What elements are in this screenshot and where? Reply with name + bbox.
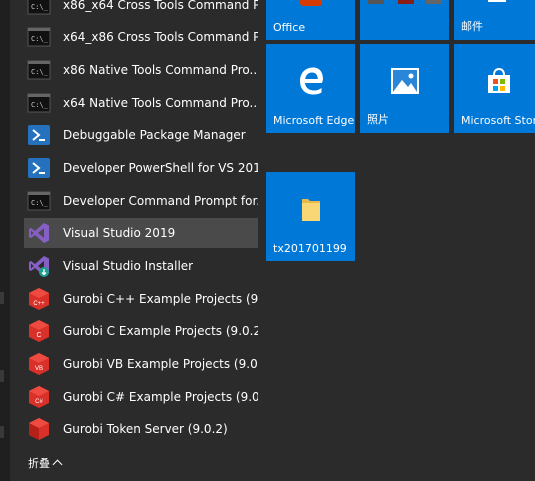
app-item-x64-x86-cross-tools[interactable]: C:\_ x64_x86 Cross Tools Command P... bbox=[24, 22, 258, 52]
app-label: Debuggable Package Manager bbox=[63, 128, 246, 142]
svg-text:C:\_: C:\_ bbox=[31, 68, 49, 76]
app-icon bbox=[398, 0, 414, 4]
app-list: C:\_ x86_x64 Cross Tools Command P... C:… bbox=[10, 0, 258, 481]
app-item-debuggable-package-manager[interactable]: Debuggable Package Manager bbox=[24, 120, 258, 150]
gurobi-icon: C bbox=[27, 319, 51, 343]
app-icon bbox=[368, 0, 384, 4]
store-icon bbox=[485, 67, 513, 99]
chevron-up-icon bbox=[52, 459, 63, 470]
gurobi-icon bbox=[27, 417, 51, 441]
terminal-icon: C:\_ bbox=[27, 189, 51, 213]
app-item-gurobi-token-server[interactable]: Gurobi Token Server (9.0.2) bbox=[24, 414, 258, 444]
collapse-label: 折叠 bbox=[28, 457, 50, 470]
app-label: Gurobi C Example Projects (9.0.2) bbox=[63, 324, 258, 338]
tile-label: tx201701199 bbox=[273, 242, 347, 255]
svg-text:C++: C++ bbox=[33, 301, 45, 307]
app-item-gurobi-csharp-examples[interactable]: C# Gurobi C# Example Projects (9.0.2) bbox=[24, 382, 258, 412]
edge-icon bbox=[296, 66, 326, 100]
app-label: Visual Studio 2019 bbox=[63, 226, 176, 240]
app-item-x64-native-tools[interactable]: C:\_ x64 Native Tools Command Pro... bbox=[24, 88, 258, 118]
tile-label: Microsoft Store bbox=[461, 114, 535, 127]
app-label: Gurobi Token Server (9.0.2) bbox=[63, 422, 228, 436]
app-label: x86_x64 Cross Tools Command P... bbox=[63, 0, 258, 12]
svg-text:VB: VB bbox=[35, 366, 43, 372]
app-item-gurobi-cpp-examples[interactable]: C++ Gurobi C++ Example Projects (9.... bbox=[24, 284, 258, 314]
left-rail bbox=[0, 0, 10, 481]
app-label: Developer PowerShell for VS 2019 bbox=[63, 161, 258, 175]
photos-icon bbox=[390, 67, 420, 99]
app-label: x86 Native Tools Command Pro... bbox=[63, 63, 258, 77]
rail-marker bbox=[0, 426, 4, 438]
app-item-x86-native-tools[interactable]: C:\_ x86 Native Tools Command Pro... bbox=[24, 55, 258, 85]
terminal-icon: C:\_ bbox=[27, 58, 51, 82]
svg-text:C:\_: C:\_ bbox=[31, 199, 49, 207]
terminal-icon: C:\_ bbox=[27, 91, 51, 115]
tile-photos[interactable]: 照片 bbox=[360, 44, 449, 133]
app-icon bbox=[426, 0, 442, 4]
visual-studio-icon bbox=[27, 221, 51, 245]
gurobi-icon: C++ bbox=[27, 287, 51, 311]
tile-folder[interactable]: tx201701199 bbox=[266, 172, 355, 261]
mail-icon bbox=[488, 0, 506, 2]
app-item-visual-studio-2019[interactable]: Visual Studio 2019 bbox=[24, 218, 258, 248]
rail-marker bbox=[0, 370, 4, 382]
app-label: x64 Native Tools Command Pro... bbox=[63, 96, 258, 110]
app-item-gurobi-vb-examples[interactable]: VB Gurobi VB Example Projects (9.0.2) bbox=[24, 349, 258, 379]
svg-text:C:\_: C:\_ bbox=[31, 3, 49, 11]
svg-text:C: C bbox=[36, 332, 41, 339]
tile-microsoft-store[interactable]: Microsoft Store bbox=[454, 44, 535, 133]
app-label: x64_x86 Cross Tools Command P... bbox=[63, 30, 258, 44]
collapse-button[interactable]: 折叠 bbox=[28, 455, 63, 471]
tile-pinned-apps[interactable] bbox=[360, 0, 449, 40]
rail-marker bbox=[0, 292, 4, 304]
app-item-x86-x64-cross-tools[interactable]: C:\_ x86_x64 Cross Tools Command P... bbox=[24, 0, 258, 20]
svg-text:C:\_: C:\_ bbox=[31, 101, 49, 109]
office-icon bbox=[300, 0, 322, 6]
app-label: Gurobi C# Example Projects (9.0.2) bbox=[63, 390, 258, 404]
tiles-area: Office 邮件 Microsoft Edge 照片 Microsoft St… bbox=[260, 0, 535, 481]
visual-studio-installer-icon bbox=[27, 254, 51, 278]
app-label: Gurobi C++ Example Projects (9.... bbox=[63, 292, 258, 306]
tile-label: Office bbox=[273, 21, 306, 34]
terminal-icon: C:\_ bbox=[27, 0, 51, 17]
gurobi-icon: VB bbox=[27, 352, 51, 376]
app-label: Visual Studio Installer bbox=[63, 259, 194, 273]
app-item-developer-command-prompt[interactable]: C:\_ Developer Command Prompt for... bbox=[24, 186, 258, 216]
terminal-icon: C:\_ bbox=[27, 25, 51, 49]
app-item-visual-studio-installer[interactable]: Visual Studio Installer bbox=[24, 251, 258, 281]
app-item-gurobi-c-examples[interactable]: C Gurobi C Example Projects (9.0.2) bbox=[24, 316, 258, 346]
tile-microsoft-edge[interactable]: Microsoft Edge bbox=[266, 44, 355, 133]
app-label: Gurobi VB Example Projects (9.0.2) bbox=[63, 357, 258, 371]
app-item-developer-powershell[interactable]: Developer PowerShell for VS 2019 bbox=[24, 153, 258, 183]
svg-text:C#: C# bbox=[35, 399, 43, 405]
powershell-icon bbox=[27, 156, 51, 180]
folder-icon bbox=[300, 195, 322, 227]
tile-office[interactable]: Office bbox=[266, 0, 355, 40]
app-label: Developer Command Prompt for... bbox=[63, 194, 258, 208]
tile-label: 照片 bbox=[367, 113, 389, 126]
tile-label: Microsoft Edge bbox=[273, 114, 355, 127]
tile-label: 邮件 bbox=[461, 20, 483, 33]
powershell-icon bbox=[27, 123, 51, 147]
tile-mail[interactable]: 邮件 bbox=[454, 0, 535, 40]
gurobi-icon: C# bbox=[27, 385, 51, 409]
svg-text:C:\_: C:\_ bbox=[31, 35, 49, 43]
